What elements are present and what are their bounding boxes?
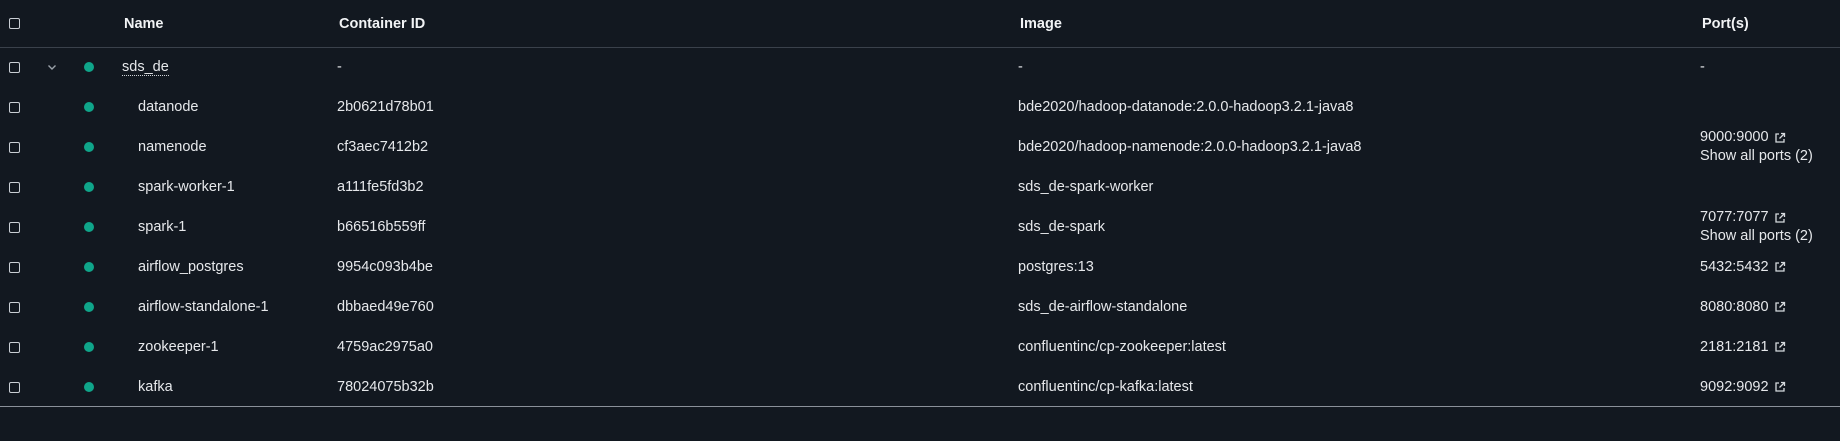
container-image[interactable]: bde2020/hadoop-datanode:2.0.0-hadoop3.2.… bbox=[1018, 87, 1353, 127]
port-mapping[interactable]: 7077:7077 bbox=[1700, 208, 1786, 227]
table-row[interactable]: airflow-standalone-1 dbbaed49e760 sds_de-a… bbox=[0, 287, 1840, 327]
external-link-icon[interactable] bbox=[1774, 381, 1786, 393]
container-image[interactable]: postgres:13 bbox=[1018, 247, 1094, 287]
external-link-icon[interactable] bbox=[1774, 341, 1786, 353]
table-row[interactable]: datanode 2b0621d78b01 bde2020/hadoop-datan… bbox=[0, 87, 1840, 127]
container-image[interactable]: bde2020/hadoop-namenode:2.0.0-hadoop3.2.… bbox=[1018, 127, 1361, 167]
table-row[interactable]: spark-worker-1 a111fe5fd3b2 sds_de-spark-w… bbox=[0, 167, 1840, 207]
port-mapping[interactable]: 2181:2181 bbox=[1700, 338, 1786, 357]
show-all-ports-link[interactable]: Show all ports (2) bbox=[1700, 227, 1813, 246]
container-name[interactable]: airflow-standalone-1 bbox=[138, 287, 269, 327]
container-image[interactable]: sds_de-airflow-standalone bbox=[1018, 287, 1187, 327]
container-id: 78024075b32b bbox=[337, 379, 434, 395]
status-running-icon bbox=[84, 102, 94, 112]
port-mapping-label[interactable]: 5432:5432 bbox=[1700, 258, 1769, 277]
status-running-icon bbox=[84, 262, 94, 272]
external-link-icon[interactable] bbox=[1774, 301, 1786, 313]
row-checkbox[interactable] bbox=[9, 181, 20, 193]
port-mapping-label[interactable]: 9000:9000 bbox=[1700, 128, 1769, 147]
row-checkbox[interactable] bbox=[9, 101, 20, 113]
table-row[interactable]: kafka 78024075b32b confluentinc/cp-kafka:l… bbox=[0, 367, 1840, 407]
row-checkbox[interactable] bbox=[9, 381, 20, 393]
row-checkbox[interactable] bbox=[9, 221, 20, 233]
ports-cell: 5432:5432 bbox=[1700, 247, 1786, 287]
select-all-cell bbox=[9, 0, 20, 47]
container-id: a111fe5fd3b2 bbox=[337, 179, 424, 195]
external-link-icon[interactable] bbox=[1774, 261, 1786, 273]
container-id: 9954c093b4be bbox=[337, 259, 433, 275]
container-image[interactable]: sds_de-spark-worker bbox=[1018, 167, 1153, 207]
table-header: Name Container ID Image Port(s) bbox=[0, 0, 1840, 48]
group-container-id: - bbox=[337, 59, 342, 75]
chevron-down-icon[interactable] bbox=[46, 61, 58, 73]
port-mapping[interactable]: 5432:5432 bbox=[1700, 258, 1786, 277]
row-checkbox[interactable] bbox=[9, 261, 20, 273]
row-checkbox[interactable] bbox=[9, 61, 20, 73]
external-link-icon[interactable] bbox=[1774, 132, 1786, 144]
port-mapping-label[interactable]: 8080:8080 bbox=[1700, 298, 1769, 317]
container-image[interactable]: sds_de-spark bbox=[1018, 207, 1105, 247]
container-id: dbbaed49e760 bbox=[337, 299, 434, 315]
container-id: 2b0621d78b01 bbox=[337, 99, 434, 115]
status-running-icon bbox=[84, 302, 94, 312]
group-row[interactable]: sds_de - - - bbox=[0, 47, 1840, 87]
select-all-checkbox[interactable] bbox=[9, 18, 20, 29]
ports-cell: 8080:8080 bbox=[1700, 287, 1786, 327]
external-link-icon[interactable] bbox=[1774, 212, 1786, 224]
port-mapping[interactable]: 9000:9000 bbox=[1700, 128, 1786, 147]
row-checkbox[interactable] bbox=[9, 341, 20, 353]
table-row[interactable]: namenode cf3aec7412b2 bde2020/hadoop-namen… bbox=[0, 127, 1840, 167]
container-id: 4759ac2975a0 bbox=[337, 339, 433, 355]
group-name[interactable]: sds_de bbox=[122, 59, 169, 76]
status-running-icon bbox=[84, 62, 94, 72]
row-checkbox[interactable] bbox=[9, 301, 20, 313]
ports-cell: 9000:9000 Show all ports (2) bbox=[1700, 127, 1813, 167]
table-row[interactable]: spark-1 b66516b559ff sds_de-spark 7077:7077… bbox=[0, 207, 1840, 247]
status-running-icon bbox=[84, 382, 94, 392]
container-name[interactable]: spark-1 bbox=[138, 207, 186, 247]
port-mapping[interactable]: 9092:9092 bbox=[1700, 378, 1786, 397]
port-mapping[interactable]: 8080:8080 bbox=[1700, 298, 1786, 317]
column-header-ports[interactable]: Port(s) bbox=[1702, 0, 1749, 47]
column-header-image[interactable]: Image bbox=[1020, 0, 1062, 47]
port-mapping-label[interactable]: 7077:7077 bbox=[1700, 208, 1769, 227]
container-image[interactable]: confluentinc/cp-kafka:latest bbox=[1018, 367, 1193, 407]
ports-cell: 9092:9092 bbox=[1700, 367, 1786, 407]
group-image: - bbox=[1018, 59, 1023, 75]
port-mapping-label[interactable]: 2181:2181 bbox=[1700, 338, 1769, 357]
container-name[interactable]: zookeeper-1 bbox=[138, 327, 219, 367]
container-id: b66516b559ff bbox=[337, 219, 426, 235]
show-all-ports-link[interactable]: Show all ports (2) bbox=[1700, 147, 1813, 166]
status-running-icon bbox=[84, 222, 94, 232]
ports-cell: 7077:7077 Show all ports (2) bbox=[1700, 207, 1813, 247]
column-header-container-id[interactable]: Container ID bbox=[339, 0, 425, 47]
status-running-icon bbox=[84, 142, 94, 152]
table-row[interactable]: airflow_postgres 9954c093b4be postgres:13 5… bbox=[0, 247, 1840, 287]
container-name[interactable]: namenode bbox=[138, 127, 207, 167]
group-ports: - bbox=[1700, 59, 1705, 75]
container-name[interactable]: datanode bbox=[138, 87, 198, 127]
container-name[interactable]: kafka bbox=[138, 367, 173, 407]
container-image[interactable]: confluentinc/cp-zookeeper:latest bbox=[1018, 327, 1226, 367]
status-running-icon bbox=[84, 342, 94, 352]
port-mapping-label[interactable]: 9092:9092 bbox=[1700, 378, 1769, 397]
container-name[interactable]: airflow_postgres bbox=[138, 247, 244, 287]
column-header-name[interactable]: Name bbox=[124, 0, 164, 47]
row-checkbox[interactable] bbox=[9, 141, 20, 153]
table-bottom-divider bbox=[0, 406, 1840, 407]
container-name[interactable]: spark-worker-1 bbox=[138, 167, 235, 207]
ports-cell: 2181:2181 bbox=[1700, 327, 1786, 367]
container-id: cf3aec7412b2 bbox=[337, 139, 429, 155]
table-row[interactable]: zookeeper-1 4759ac2975a0 confluentinc/cp-z… bbox=[0, 327, 1840, 367]
status-running-icon bbox=[84, 182, 94, 192]
